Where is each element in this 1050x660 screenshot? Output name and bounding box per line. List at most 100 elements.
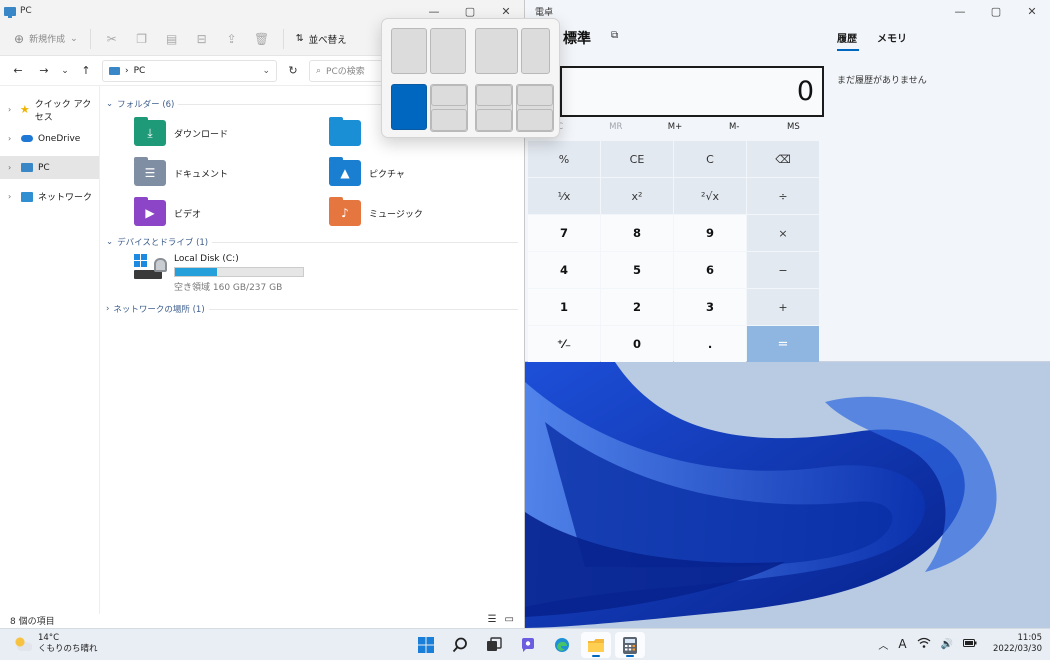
ime-indicator[interactable]: A bbox=[898, 637, 906, 651]
file-explorer-icon[interactable] bbox=[581, 632, 611, 658]
chevron-up-icon[interactable]: ︿ bbox=[878, 637, 888, 652]
folder-downloads[interactable]: ⤓ ダウンロード bbox=[134, 117, 329, 148]
minimize-icon[interactable]: — bbox=[942, 0, 978, 22]
expand-chevron-icon[interactable]: › bbox=[8, 134, 16, 143]
snap-zone-top-right-quad[interactable] bbox=[517, 85, 553, 106]
memory-mplus-button[interactable]: M+ bbox=[645, 122, 704, 138]
download-folder-icon: ⤓ bbox=[134, 117, 166, 146]
tab-memory[interactable]: メモリ bbox=[877, 30, 907, 45]
divide-key[interactable]: ÷ bbox=[747, 178, 819, 214]
tiles-view-icon[interactable]: ▭ bbox=[505, 614, 514, 625]
drive-local-disk-c[interactable]: Local Disk (C:) 空き領域 160 GB/237 GB bbox=[106, 248, 524, 303]
digit-4-key[interactable]: 4 bbox=[528, 252, 600, 288]
negate-key[interactable]: ⁺⁄₋ bbox=[528, 326, 600, 362]
digit-1-key[interactable]: 1 bbox=[528, 289, 600, 325]
up-arrow-icon[interactable]: ↑ bbox=[76, 61, 96, 81]
clear-key[interactable]: C bbox=[674, 141, 746, 177]
edge-icon[interactable] bbox=[547, 632, 577, 658]
battery-icon[interactable] bbox=[963, 638, 977, 651]
wifi-icon[interactable] bbox=[917, 637, 931, 651]
digit-8-key[interactable]: 8 bbox=[601, 215, 673, 251]
digit-9-key[interactable]: 9 bbox=[674, 215, 746, 251]
memory-ms-button[interactable]: MS bbox=[764, 122, 823, 138]
clock[interactable]: 11:05 2022/03/30 bbox=[993, 633, 1042, 655]
memory-buttons-row: MCMRM+M-MS bbox=[527, 122, 823, 138]
percent-key[interactable]: % bbox=[528, 141, 600, 177]
close-icon[interactable]: ✕ bbox=[1014, 0, 1050, 22]
snap-zone-right-half[interactable] bbox=[430, 28, 466, 74]
copy-icon[interactable]: ❐ bbox=[133, 30, 151, 48]
equals-key[interactable]: = bbox=[747, 326, 819, 362]
refresh-icon[interactable]: ↻ bbox=[283, 61, 303, 81]
snap-zone-bottom-left-quad[interactable] bbox=[476, 109, 512, 131]
snap-zone-bottom-right[interactable] bbox=[431, 109, 467, 131]
partly-cloudy-icon bbox=[14, 637, 32, 651]
search-icon: ⌕ bbox=[316, 65, 322, 76]
add-key[interactable]: + bbox=[747, 289, 819, 325]
sidebar-item-quick-access[interactable]: › ★ クイック アクセス bbox=[0, 98, 99, 123]
snap-zone-left-active[interactable] bbox=[391, 84, 427, 130]
subtract-key[interactable]: − bbox=[747, 252, 819, 288]
back-arrow-icon[interactable]: ← bbox=[8, 61, 28, 81]
reciprocal-key[interactable]: ¹⁄x bbox=[528, 178, 600, 214]
share-icon[interactable]: ⇪ bbox=[223, 30, 241, 48]
snap-zone-narrow-right[interactable] bbox=[521, 28, 550, 74]
chevron-down-icon: ⌄ bbox=[70, 33, 78, 44]
sort-button[interactable]: ⇅ 並べ替え bbox=[296, 32, 347, 46]
digit-6-key[interactable]: 6 bbox=[674, 252, 746, 288]
snap-zone-top-left-quad[interactable] bbox=[476, 85, 512, 106]
tab-history[interactable]: 履歴 bbox=[837, 30, 859, 51]
snap-zone-left-half[interactable] bbox=[391, 28, 427, 74]
sidebar-item-network[interactable]: › ネットワーク bbox=[0, 185, 99, 208]
digit-3-key[interactable]: 3 bbox=[674, 289, 746, 325]
clear-entry-key[interactable]: CE bbox=[601, 141, 673, 177]
snap-zone-top-right[interactable] bbox=[431, 85, 467, 106]
folder-pictures[interactable]: ▲ ピクチャ bbox=[329, 157, 524, 188]
folder-music[interactable]: ♪ ミュージック bbox=[329, 197, 524, 228]
weather-widget[interactable]: 14°C くもりのち晴れ bbox=[14, 633, 98, 655]
weather-temperature: 14°C bbox=[38, 633, 60, 643]
paste-icon[interactable]: ▤ bbox=[163, 30, 181, 48]
chevron-down-icon[interactable]: ⌄ bbox=[262, 66, 270, 76]
task-view-icon[interactable] bbox=[479, 632, 509, 658]
windows-start-icon[interactable] bbox=[411, 632, 441, 658]
folder-videos[interactable]: ▶ ビデオ bbox=[134, 197, 329, 228]
calculator-icon[interactable] bbox=[615, 632, 645, 658]
backspace-key[interactable]: ⌫ bbox=[747, 141, 819, 177]
square-root-key[interactable]: ²√x bbox=[674, 178, 746, 214]
expand-chevron-icon[interactable]: › bbox=[8, 163, 16, 172]
snap-zone-bottom-right-quad[interactable] bbox=[517, 109, 553, 131]
maximize-icon[interactable]: ▢ bbox=[978, 0, 1014, 22]
network-group-header[interactable]: › ネットワークの場所 (1) bbox=[106, 303, 524, 315]
memory-mminus-button[interactable]: M- bbox=[705, 122, 764, 138]
digit-0-key[interactable]: 0 bbox=[601, 326, 673, 362]
chat-icon[interactable] bbox=[513, 632, 543, 658]
delete-icon[interactable]: 🗑 bbox=[253, 30, 271, 48]
calculator-keypad: % CE C ⌫ ¹⁄x x² ²√x ÷ 7 8 9 × 4 5 6− 1 2 3 + ⁺⁄₋ 0. = bbox=[528, 141, 822, 362]
multiply-key[interactable]: × bbox=[747, 215, 819, 251]
star-icon: ★ bbox=[19, 103, 30, 116]
address-bar[interactable]: › PC ⌄ bbox=[102, 59, 277, 82]
new-button[interactable]: ⊕ 新規作成 ⌄ bbox=[14, 32, 78, 46]
sidebar-item-pc[interactable]: › PC bbox=[0, 156, 99, 179]
drives-group-header[interactable]: ⌄ デバイスとドライブ (1) bbox=[106, 236, 524, 248]
digit-7-key[interactable]: 7 bbox=[528, 215, 600, 251]
folder-documents[interactable]: ☰ ドキュメント bbox=[134, 157, 329, 188]
digit-2-key[interactable]: 2 bbox=[601, 289, 673, 325]
keep-on-top-icon[interactable]: ⧉ bbox=[611, 30, 618, 41]
sort-icon: ⇅ bbox=[295, 33, 304, 44]
expand-chevron-icon[interactable]: › bbox=[8, 192, 16, 201]
square-key[interactable]: x² bbox=[601, 178, 673, 214]
cut-icon[interactable]: ✂ bbox=[103, 30, 121, 48]
search-icon[interactable] bbox=[445, 632, 475, 658]
rename-icon[interactable]: ⊟ bbox=[193, 30, 211, 48]
forward-arrow-icon[interactable]: → bbox=[34, 61, 54, 81]
expand-chevron-icon[interactable]: › bbox=[8, 105, 15, 114]
recent-locations-chevron-icon[interactable]: ⌄ bbox=[60, 61, 70, 81]
snap-zone-wide-left[interactable] bbox=[475, 28, 518, 74]
volume-icon[interactable]: 🔊 bbox=[941, 639, 953, 650]
decimal-key[interactable]: . bbox=[674, 326, 746, 362]
sidebar-item-onedrive[interactable]: › OneDrive bbox=[0, 127, 99, 150]
details-view-icon[interactable]: ☰ bbox=[488, 614, 497, 625]
digit-5-key[interactable]: 5 bbox=[601, 252, 673, 288]
